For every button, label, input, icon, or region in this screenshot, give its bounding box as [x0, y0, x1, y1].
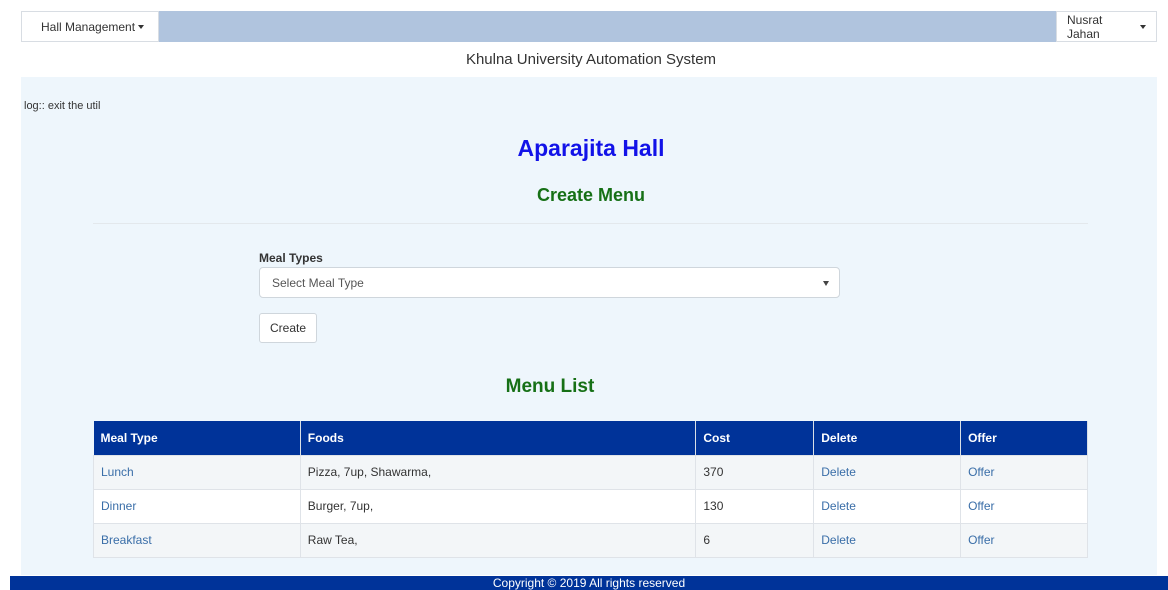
offer-link[interactable]: Offer — [968, 465, 994, 479]
section-divider — [93, 223, 1088, 224]
hall-management-label: Hall Management — [41, 19, 136, 34]
delete-link[interactable]: Delete — [821, 465, 856, 479]
offer-link[interactable]: Offer — [968, 499, 994, 513]
column-header-foods: Foods — [300, 421, 697, 455]
create-menu-heading: Create Menu — [536, 185, 646, 205]
hall-title: Aparajita Hall — [517, 135, 665, 161]
table-row: Dinner Burger, 7up, 130 Delete Offer — [93, 488, 1088, 524]
caret-down-icon — [1140, 24, 1146, 29]
meal-type-link[interactable]: Lunch — [101, 465, 134, 479]
table-header-row: Meal Type Foods Cost Delete Offer — [93, 421, 1088, 455]
user-name-label: Nusrat Jahan — [1067, 12, 1103, 41]
delete-link[interactable]: Delete — [821, 533, 856, 547]
meal-type-link[interactable]: Breakfast — [101, 533, 152, 547]
column-header-delete: Delete — [813, 421, 962, 455]
column-header-meal-type: Meal Type — [93, 421, 301, 455]
cost-cell: 370 — [695, 454, 815, 490]
top-navbar: Hall Management Nusrat Jahan — [21, 11, 1157, 42]
cost-cell: 6 — [695, 522, 815, 558]
log-message: log:: exit the util — [24, 100, 101, 112]
meal-type-select-value: Select Meal Type — [272, 275, 364, 290]
column-header-cost: Cost — [695, 421, 815, 455]
foods-cell: Raw Tea, — [299, 522, 697, 558]
menu-list-heading: Menu List — [505, 376, 595, 397]
footer-copyright: Copyright © 2019 All rights reserved — [10, 576, 1168, 590]
column-header-offer: Offer — [960, 421, 1088, 455]
menu-list-table: Meal Type Foods Cost Delete Offer Lunch … — [93, 421, 1088, 558]
create-button[interactable]: Create — [259, 313, 317, 343]
foods-cell: Burger, 7up, — [299, 488, 697, 524]
hall-management-dropdown[interactable]: Hall Management — [21, 11, 159, 42]
meal-type-link[interactable]: Dinner — [101, 499, 136, 513]
user-menu-dropdown[interactable]: Nusrat Jahan — [1056, 11, 1157, 42]
table-row: Lunch Pizza, 7up, Shawarma, 370 Delete O… — [93, 454, 1088, 490]
dropdown-arrow-icon — [823, 281, 829, 286]
site-title: Khulna University Automation System — [465, 51, 717, 68]
offer-link[interactable]: Offer — [968, 533, 994, 547]
meal-types-label: Meal Types — [259, 251, 323, 265]
cost-cell: 130 — [695, 488, 815, 524]
caret-down-icon — [138, 24, 145, 29]
foods-cell: Pizza, 7up, Shawarma, — [299, 454, 697, 490]
table-row: Breakfast Raw Tea, 6 Delete Offer — [93, 522, 1088, 558]
meal-type-select[interactable]: Select Meal Type — [259, 267, 840, 298]
delete-link[interactable]: Delete — [821, 499, 856, 513]
